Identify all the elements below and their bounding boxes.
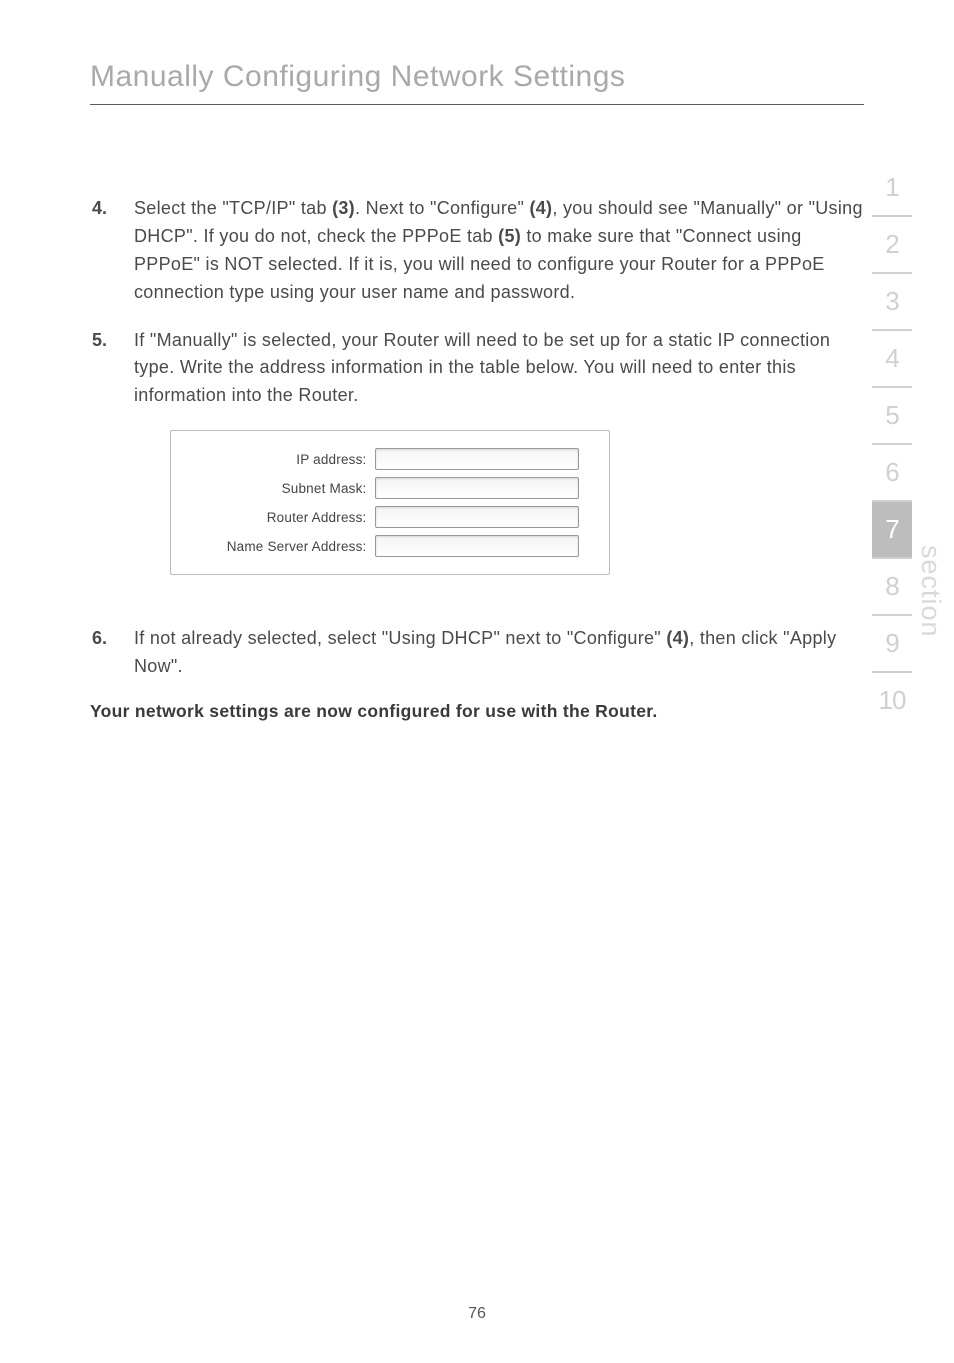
- step-5: 5. If "Manually" is selected, your Route…: [90, 327, 864, 411]
- label-router: Router Address:: [185, 510, 375, 525]
- network-form: IP address: Subnet Mask: Router Address:…: [170, 430, 610, 575]
- page-number: 76: [0, 1305, 954, 1323]
- step-number-5: 5.: [92, 327, 134, 355]
- section-tab-4[interactable]: 4: [872, 331, 912, 388]
- form-row-router: Router Address:: [185, 506, 579, 528]
- section-tab-8[interactable]: 8: [872, 559, 912, 616]
- form-row-ns: Name Server Address:: [185, 535, 579, 557]
- section-tab-5[interactable]: 5: [872, 388, 912, 445]
- section-tab-10[interactable]: 10: [872, 673, 912, 730]
- step-6: 6. If not already selected, select "Usin…: [90, 625, 864, 681]
- step-number-6: 6.: [92, 625, 134, 653]
- label-ns: Name Server Address:: [185, 539, 375, 554]
- input-subnet[interactable]: [375, 477, 579, 499]
- section-tabs: 12345678910: [872, 160, 912, 730]
- input-ip[interactable]: [375, 448, 579, 470]
- section-label: section: [915, 545, 946, 638]
- step-body-6: If not already selected, select "Using D…: [134, 625, 864, 681]
- label-ip: IP address:: [185, 452, 375, 467]
- step-body-5: If "Manually" is selected, your Router w…: [134, 327, 864, 411]
- final-statement: Your network settings are now configured…: [90, 701, 864, 722]
- section-tab-2[interactable]: 2: [872, 217, 912, 274]
- input-router[interactable]: [375, 506, 579, 528]
- section-tab-6[interactable]: 6: [872, 445, 912, 502]
- step-body-4: Select the "TCP/IP" tab (3). Next to "Co…: [134, 195, 864, 307]
- section-tab-3[interactable]: 3: [872, 274, 912, 331]
- step-number-4: 4.: [92, 195, 134, 223]
- form-row-subnet: Subnet Mask:: [185, 477, 579, 499]
- section-tab-7[interactable]: 7: [872, 502, 912, 559]
- section-tab-9[interactable]: 9: [872, 616, 912, 673]
- section-tab-1[interactable]: 1: [872, 160, 912, 217]
- page-title: Manually Configuring Network Settings: [90, 60, 864, 94]
- label-subnet: Subnet Mask:: [185, 481, 375, 496]
- title-rule: [90, 104, 864, 105]
- form-row-ip: IP address:: [185, 448, 579, 470]
- input-ns[interactable]: [375, 535, 579, 557]
- step-4: 4. Select the "TCP/IP" tab (3). Next to …: [90, 195, 864, 307]
